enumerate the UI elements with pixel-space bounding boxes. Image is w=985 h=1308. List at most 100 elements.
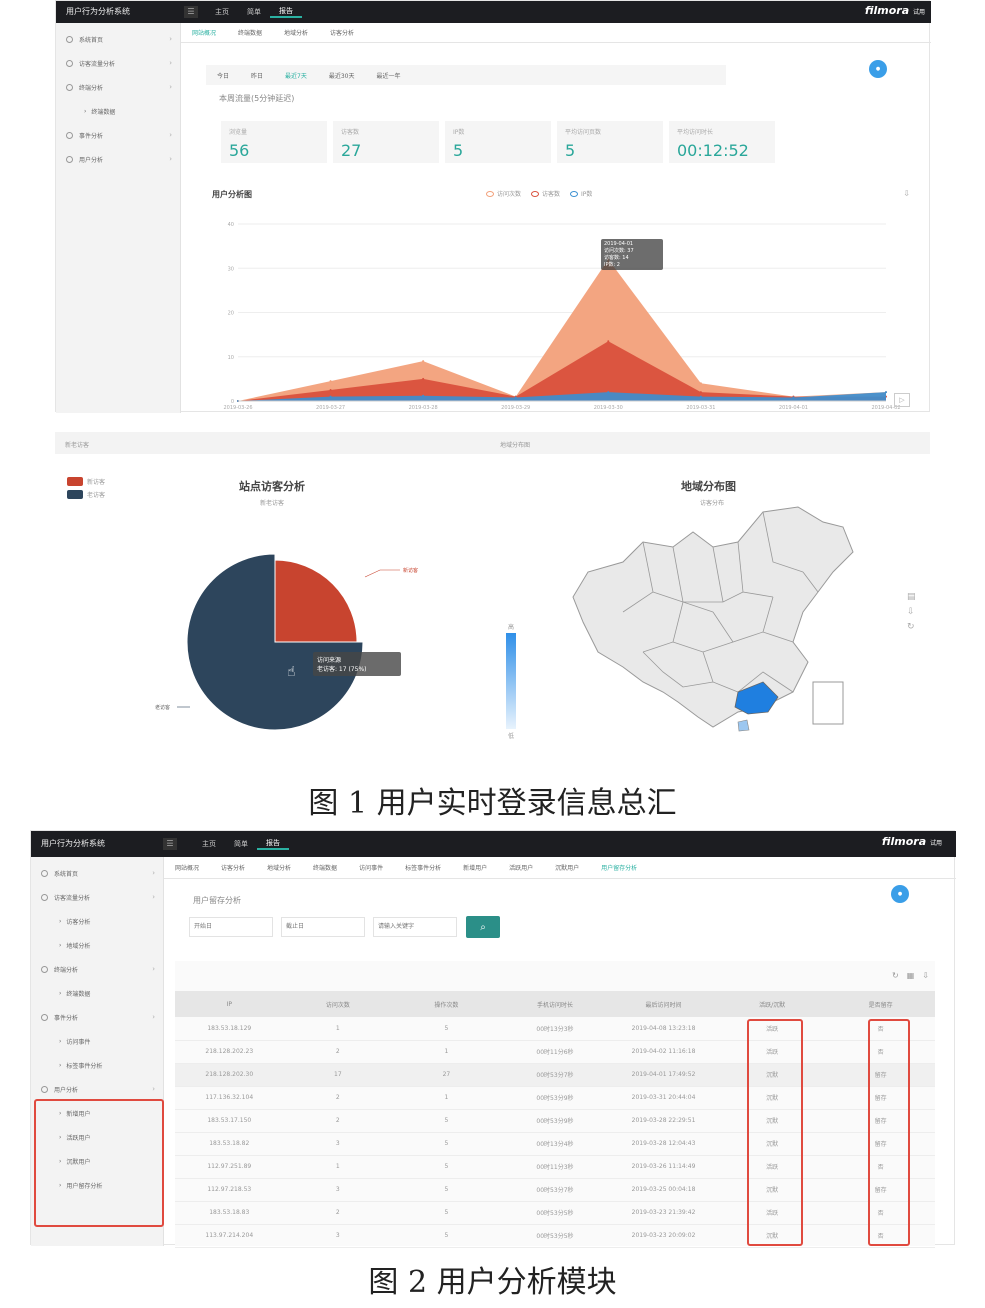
- filter-input[interactable]: [189, 917, 273, 937]
- sidebar-item[interactable]: 事件分析 ›: [31, 1005, 163, 1029]
- sidebar-item[interactable]: 访客流量分析 ›: [31, 885, 163, 909]
- table-row[interactable]: 183.53.18.82 3 5 00时13分4秒 2019-03-28 12:04:4…: [175, 1132, 935, 1156]
- legend-item[interactable]: 新访客: [67, 477, 105, 486]
- column-header[interactable]: 活跃/沉默: [717, 991, 827, 1017]
- menu-toggle-icon[interactable]: ☰: [184, 6, 198, 18]
- sidebar-item[interactable]: 用户分析 ›: [56, 147, 180, 171]
- filter-input[interactable]: [373, 917, 457, 937]
- menu-icon: [41, 965, 48, 973]
- top-nav-item[interactable]: 简单: [238, 7, 270, 17]
- sidebar-item[interactable]: 终端分析 ›: [31, 957, 163, 981]
- sidebar-item[interactable]: 用户分析 ›: [31, 1077, 163, 1101]
- sidebar-item[interactable]: › 访客分析: [31, 909, 163, 933]
- x-tick-label: 2019-03-28: [409, 405, 438, 411]
- table-row[interactable]: 218.128.202.23 2 1 00时11分6秒 2019-04-02 11:16…: [175, 1040, 935, 1064]
- sidebar-item-label: 标签事件分析: [66, 1062, 103, 1070]
- export-icon[interactable]: ⇩: [922, 971, 929, 980]
- column-header[interactable]: IP: [175, 991, 284, 1017]
- app-title: 用户行为分析系统: [41, 839, 105, 848]
- sidebar-item[interactable]: › 标签事件分析: [31, 1053, 163, 1077]
- sidebar-item[interactable]: 系统首页 ›: [56, 27, 180, 51]
- sidebar-item[interactable]: 终端分析 ›: [56, 75, 180, 99]
- top-nav-item[interactable]: 简单: [225, 839, 257, 849]
- data-point: [329, 395, 332, 398]
- sidebar-item[interactable]: › 终端数据: [56, 99, 180, 123]
- tab[interactable]: 访客分析: [210, 863, 256, 872]
- sidebar-item[interactable]: › 访问事件: [31, 1029, 163, 1053]
- sidebar-item[interactable]: 系统首页 ›: [31, 861, 163, 885]
- table-row[interactable]: 117.136.32.104 2 1 00时53分9秒 2019-03-31 20:44…: [175, 1086, 935, 1110]
- pie-subtitle: 新老访客: [260, 500, 285, 507]
- tab[interactable]: 访问事件: [348, 863, 394, 872]
- pie-slice-0: [274, 559, 358, 643]
- columns-icon[interactable]: ▦: [907, 971, 915, 980]
- stat-value: 27: [341, 141, 362, 160]
- tab[interactable]: 最近7天: [274, 71, 318, 80]
- tab[interactable]: 最近30天: [318, 71, 366, 80]
- table-cell: 183.53.18.82: [175, 1132, 284, 1156]
- column-header[interactable]: 是否留存: [826, 991, 935, 1017]
- filter-input[interactable]: [281, 917, 365, 937]
- tab[interactable]: 用户留存分析: [590, 863, 648, 872]
- tab[interactable]: 网站概况: [164, 863, 210, 872]
- table-row[interactable]: 183.53.17.150 2 5 00时53分9秒 2019-03-28 22:29:…: [175, 1109, 935, 1133]
- table-row[interactable]: 183.53.18.83 2 5 00时53分5秒 2019-03-23 21:39:4…: [175, 1201, 935, 1225]
- table-row[interactable]: 183.53.18.129 1 5 00时13分3秒 2019-04-08 13:23:…: [175, 1017, 935, 1041]
- sidebar-item-label: 访客分析: [66, 918, 91, 926]
- tab[interactable]: 活跃用户: [498, 863, 544, 872]
- data-view-icon[interactable]: ▤: [907, 592, 916, 602]
- table-cell: 183.53.17.150: [175, 1109, 284, 1133]
- top-nav-item[interactable]: 报告: [257, 838, 289, 850]
- data-point: [422, 360, 425, 363]
- column-header[interactable]: 最后访问时间: [609, 991, 718, 1017]
- tooltip-line: 老访客: 17 (75%): [317, 666, 367, 673]
- tab[interactable]: 今日: [206, 71, 240, 80]
- tab[interactable]: 地域分析: [273, 28, 319, 37]
- sidebar-item[interactable]: › 终端数据: [31, 981, 163, 1005]
- column-header[interactable]: 访问次数: [283, 991, 393, 1017]
- stat-label: IP数: [453, 129, 465, 136]
- table-cell: 00时53分9秒: [500, 1109, 610, 1133]
- tab[interactable]: 沉默用户: [544, 863, 590, 872]
- watermark-logo: filmora 试用: [881, 835, 942, 848]
- tab[interactable]: 标签事件分析: [394, 863, 452, 872]
- top-nav-item[interactable]: 报告: [270, 6, 302, 18]
- table-row[interactable]: 112.97.218.53 3 5 00时53分7秒 2019-03-25 00:04:…: [175, 1178, 935, 1202]
- column-header[interactable]: 手机访问时长: [500, 991, 610, 1017]
- refresh-icon[interactable]: ↻: [892, 971, 899, 980]
- tab[interactable]: 最近一年: [366, 71, 412, 80]
- tab[interactable]: 昨日: [240, 71, 274, 80]
- tab[interactable]: 终端数据: [302, 863, 348, 872]
- table-row[interactable]: 113.97.214.204 3 5 00时53分5秒 2019-03-23 20:09…: [175, 1224, 935, 1248]
- top-nav-item[interactable]: 主页: [206, 7, 238, 17]
- save-image-icon[interactable]: ⇩: [907, 607, 916, 617]
- search-button[interactable]: ⌕: [466, 916, 500, 938]
- tab[interactable]: 终端数据: [227, 28, 273, 37]
- sidebar-item[interactable]: 访客流量分析 ›: [56, 51, 180, 75]
- tab[interactable]: 访客分析: [319, 28, 365, 37]
- restore-icon[interactable]: ↻: [907, 622, 916, 632]
- legend-item[interactable]: 老访客: [67, 490, 105, 499]
- play-icon[interactable]: ▷: [894, 393, 910, 407]
- table-toolbar: ↻ ▦ ⇩: [892, 971, 929, 980]
- sidebar-item[interactable]: 事件分析 ›: [56, 123, 180, 147]
- tab[interactable]: 地域分析: [256, 863, 302, 872]
- stat-card: 平均访问时长 00:12:52: [669, 121, 775, 163]
- column-header[interactable]: 操作次数: [392, 991, 501, 1017]
- tab[interactable]: 新增用户: [452, 863, 498, 872]
- help-button[interactable]: ●: [891, 885, 909, 903]
- table-cell: 2019-03-28 12:04:43: [609, 1132, 718, 1156]
- table-row[interactable]: 112.97.251.89 1 5 00时11分3秒 2019-03-26 11:14:…: [175, 1155, 935, 1179]
- map-scale-bar[interactable]: [506, 633, 516, 729]
- tab[interactable]: 网站概况: [181, 28, 227, 37]
- data-point: [699, 395, 702, 398]
- table-cell: 00时13分4秒: [500, 1132, 610, 1156]
- help-button[interactable]: ●: [869, 60, 887, 78]
- table-cell: 5: [392, 1178, 501, 1202]
- range-tabs: 今日 昨日 最近7天 最近30天 最近一年: [206, 65, 726, 85]
- table-row[interactable]: 218.128.202.30 17 27 00时53分7秒 2019-04-01 17:…: [175, 1063, 935, 1087]
- menu-toggle-icon[interactable]: ☰: [163, 838, 177, 850]
- sidebar-item[interactable]: › 地域分析: [31, 933, 163, 957]
- table-cell: 2: [283, 1109, 393, 1133]
- top-nav-item[interactable]: 主页: [193, 839, 225, 849]
